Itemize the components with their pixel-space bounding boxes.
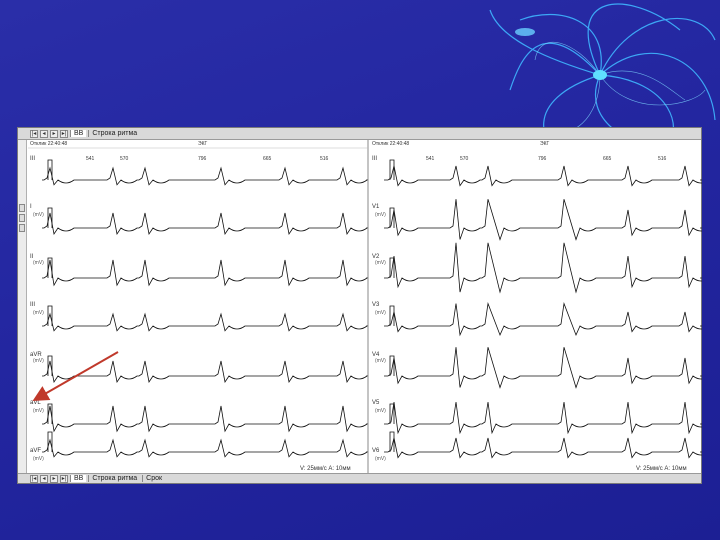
interval-label: 570 bbox=[120, 156, 129, 162]
ecg-trace bbox=[42, 360, 369, 384]
ecg-traces-left bbox=[42, 159, 369, 458]
unit-label: (mV) bbox=[33, 408, 44, 414]
tab-rhythm-strip[interactable]: Строка ритма bbox=[88, 130, 140, 137]
lead-label: V3 bbox=[372, 302, 380, 308]
lead-label: aVF bbox=[30, 448, 41, 454]
ecg-trace bbox=[42, 212, 369, 236]
unit-label: (mV) bbox=[33, 310, 44, 316]
lead-label: V6 bbox=[372, 448, 380, 454]
unit-label: (mV) bbox=[33, 358, 44, 364]
scale-label: V: 25мм/с A: 10мм bbox=[300, 466, 351, 472]
calibration-pulse bbox=[389, 355, 395, 376]
left-toolbar bbox=[18, 140, 27, 473]
panel-beat-label: ЭКГ bbox=[198, 141, 208, 147]
lead-label: aVL bbox=[30, 400, 41, 406]
ecg-trace bbox=[384, 242, 702, 294]
interval-label: 796 bbox=[538, 156, 547, 162]
bottom-tab-bar: |◂ ◂ ▸ ▸| ВВ Строка ритма Срок bbox=[18, 473, 701, 483]
unit-label: (mV) bbox=[375, 408, 386, 414]
calibration-pulse bbox=[389, 207, 395, 228]
lead-label: V1 bbox=[372, 204, 380, 210]
ecg-trace bbox=[42, 259, 369, 287]
panel-time: Отклик 22:40:48 bbox=[372, 141, 409, 147]
lead-label: III bbox=[30, 156, 35, 162]
ecg-trace bbox=[42, 405, 369, 433]
ecg-trace bbox=[384, 437, 702, 459]
lead-label: III bbox=[30, 302, 35, 308]
ecg-trace bbox=[384, 302, 702, 337]
ecg-traces-right bbox=[384, 159, 702, 459]
next-page-button[interactable]: ▸ bbox=[50, 474, 58, 483]
interval-label: 541 bbox=[86, 156, 95, 162]
ecg-display: Отклик 22:40:48 ЭКГ 541 570 796 665 516 … bbox=[28, 140, 702, 473]
lead-label: V5 bbox=[372, 400, 380, 406]
bottom-tab-rhythm[interactable]: Строка ритма bbox=[88, 475, 140, 482]
panel-beat-label: ЭКГ bbox=[540, 141, 550, 147]
panel-time: Отклик 22:40:48 bbox=[30, 141, 67, 147]
ecg-trace bbox=[42, 438, 369, 458]
ecg-trace bbox=[384, 347, 702, 389]
last-page-button[interactable]: ▸| bbox=[60, 129, 68, 138]
unit-label: (mV) bbox=[375, 358, 386, 364]
scale-label: V: 25мм/с A: 10мм bbox=[636, 466, 687, 472]
calibration-pulse bbox=[47, 159, 53, 180]
interval-label: 570 bbox=[460, 156, 469, 162]
ecg-panel-left: Отклик 22:40:48 ЭКГ 541 570 796 665 516 … bbox=[28, 140, 369, 473]
ecg-trace bbox=[384, 401, 702, 435]
bottom-tab-term[interactable]: Срок bbox=[142, 475, 165, 482]
lead-label: I bbox=[30, 204, 32, 210]
first-page-button[interactable]: |◂ bbox=[30, 474, 38, 483]
first-page-button[interactable]: |◂ bbox=[30, 129, 38, 138]
unit-label: (mV) bbox=[33, 212, 44, 218]
next-page-button[interactable]: ▸ bbox=[50, 129, 58, 138]
ecg-trace bbox=[384, 199, 702, 241]
calibration-pulse bbox=[47, 431, 53, 452]
interval-label: 796 bbox=[198, 156, 207, 162]
toolbar-button-2[interactable] bbox=[19, 214, 25, 222]
interval-label: 516 bbox=[658, 156, 667, 162]
unit-label: (mV) bbox=[375, 260, 386, 266]
interval-label: 665 bbox=[603, 156, 612, 162]
ecg-panel-right: Отклик 22:40:48 ЭКГ 541 570 796 665 516 … bbox=[372, 141, 702, 472]
prev-page-button[interactable]: ◂ bbox=[40, 474, 48, 483]
interval-label: 541 bbox=[426, 156, 435, 162]
unit-label: (mV) bbox=[33, 260, 44, 266]
bottom-tab-vv[interactable]: ВВ bbox=[70, 475, 87, 482]
ecg-trace bbox=[42, 312, 369, 332]
ecg-viewer-window: |◂ ◂ ▸ ▸| ВВ Строка ритма Отклик 22:40:4… bbox=[17, 127, 702, 484]
top-tab-bar: |◂ ◂ ▸ ▸| ВВ Строка ритма bbox=[18, 128, 701, 140]
unit-label: (mV) bbox=[33, 456, 44, 462]
lead-label: III bbox=[372, 156, 377, 162]
unit-label: (mV) bbox=[375, 310, 386, 316]
ecg-trace bbox=[42, 166, 369, 186]
calibration-pulse bbox=[47, 305, 53, 326]
interval-label: 516 bbox=[320, 156, 329, 162]
interval-label: 665 bbox=[263, 156, 272, 162]
unit-label: (mV) bbox=[375, 456, 386, 462]
toolbar-button-1[interactable] bbox=[19, 204, 25, 212]
prev-page-button[interactable]: ◂ bbox=[40, 129, 48, 138]
toolbar-button-3[interactable] bbox=[19, 224, 25, 232]
tab-vv[interactable]: ВВ bbox=[70, 130, 87, 137]
unit-label: (mV) bbox=[375, 212, 386, 218]
ecg-trace bbox=[384, 165, 702, 187]
last-page-button[interactable]: ▸| bbox=[60, 474, 68, 483]
